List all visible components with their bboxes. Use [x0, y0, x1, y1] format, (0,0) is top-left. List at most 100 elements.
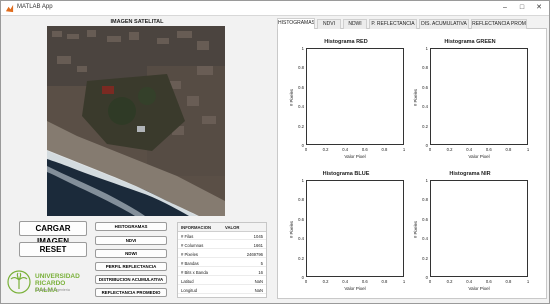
satellite-image — [47, 26, 225, 216]
x-tick-label: 0.4 — [342, 147, 349, 152]
tab-average-reflectance[interactable]: REFLECTANCIA PROM — [471, 19, 527, 29]
histogram-nir-axes — [430, 180, 528, 277]
tab-ndvi[interactable]: NDVI — [317, 19, 341, 29]
x-tick-label: 0.2 — [322, 147, 329, 152]
row-label: Longitud — [181, 288, 198, 293]
ndwi-button[interactable]: NDWI — [95, 249, 167, 258]
histograms-button[interactable]: HISTOGRAMAS — [95, 222, 167, 231]
info-header-value: VALOR — [225, 225, 240, 230]
y-tick-label: 0.2 — [298, 123, 304, 129]
table-row: # Columnas 1661 — [178, 241, 266, 249]
app-window: MATLAB App – □ ✕ IMAGEN SATELITAL CARGAR… — [0, 0, 550, 304]
row-label: # Filas — [181, 234, 194, 239]
table-row: # Filas 1045 — [178, 232, 266, 240]
y-tick-label: 1 — [425, 178, 428, 183]
x-tick-label: 0.8 — [381, 279, 388, 284]
x-tick-label: 0.8 — [381, 147, 388, 152]
y-tick-label: 0.6 — [422, 84, 428, 90]
tab-bar: HISTOGRAMAS NDVI NDWI P. REFLECTANCIA DI… — [277, 18, 547, 29]
title-bar: MATLAB App – □ ✕ — [1, 1, 549, 16]
tab-histogramas[interactable]: HISTOGRAMAS — [277, 18, 315, 29]
row-value: 1661 — [253, 243, 263, 248]
x-tick-label: 0.6 — [485, 279, 492, 284]
histograms-panel: Histograma RED 0 0.2 0.4 0.6 0.8 1 0 0.2 0.4 0.6 0.… — [277, 29, 547, 299]
minimize-icon[interactable]: – — [497, 1, 513, 15]
y-tick-label: 1 — [301, 46, 304, 51]
y-tick-label: 0.6 — [422, 216, 428, 222]
y-tick-label: 0.4 — [298, 236, 304, 242]
histogram-green-title: Histograma GREEN — [444, 39, 496, 45]
reset-button[interactable]: RESET — [19, 242, 87, 257]
table-row: Longitud NaN — [178, 286, 266, 294]
histogram-nir-plot: Histograma NIR 0 0.2 0.4 0.6 0.8 1 0 0.2 0.4 0.6 0.… — [408, 171, 532, 295]
row-value: NaN — [254, 288, 263, 293]
histogram-green-axes — [430, 48, 528, 145]
table-row: # Pixeles 2469796 — [178, 250, 266, 258]
y-tick-label: 0.2 — [422, 255, 428, 261]
x-tick-label: 0.4 — [342, 279, 349, 284]
row-value: 5 — [260, 261, 263, 266]
average-reflectance-button[interactable]: REFLECTANCIA PROMEDIO — [95, 288, 167, 297]
y-tick-label: 1 — [301, 178, 304, 183]
row-label: # Bits x Banda — [181, 270, 209, 275]
histogram-red-axes — [306, 48, 404, 145]
load-image-button[interactable]: CARGAR IMAGEN — [19, 221, 87, 246]
matlab-icon — [5, 4, 14, 13]
row-label: # Bandas — [181, 261, 199, 266]
x-tick-label: 0.6 — [485, 147, 492, 152]
y-tick-label: 0.2 — [298, 255, 304, 261]
x-tick-label: 0 — [304, 147, 308, 152]
row-label: # Columnas — [181, 243, 204, 248]
x-tick-label: 0.2 — [322, 279, 329, 284]
tab-ndwi[interactable]: NDWI — [343, 19, 367, 29]
row-label: Latitud — [181, 279, 194, 284]
x-tick-label: 0 — [304, 279, 308, 284]
palm-emblem-icon — [7, 270, 31, 294]
maximize-icon[interactable]: □ — [514, 1, 530, 15]
y-tick-label: 0.4 — [298, 104, 304, 110]
window-title: MATLAB App — [17, 4, 53, 10]
x-tick-label: 0.2 — [446, 147, 453, 152]
x-tick-label: 0.4 — [466, 279, 473, 284]
histogram-blue-title: Histograma BLUE — [322, 171, 370, 177]
info-table: INFORMACION VALOR # Filas 1045 # Columna… — [177, 222, 267, 298]
y-tick-label: 0.8 — [422, 65, 428, 71]
y-axis-label: # Pixeles — [413, 89, 418, 106]
x-tick-label: 0.2 — [446, 279, 453, 284]
y-axis-label: # Pixeles — [289, 89, 294, 106]
y-tick-label: 1 — [425, 46, 428, 51]
y-tick-label: 0.2 — [422, 123, 428, 129]
tab-cumulative-distribution[interactable]: DIS. ACUMULATIVA — [419, 19, 469, 29]
row-value: 1045 — [253, 234, 263, 239]
y-tick-label: 0.8 — [298, 65, 304, 71]
close-icon[interactable]: ✕ — [531, 1, 547, 15]
image-panel-title: IMAGEN SATELITAL — [110, 19, 164, 25]
x-axis-label: Valor Pixel — [468, 154, 490, 159]
y-axis-label: # Pixeles — [413, 221, 418, 238]
info-table-header: INFORMACION VALOR — [178, 223, 266, 232]
x-tick-label: 0.8 — [505, 147, 512, 152]
histogram-red-plot: Histograma RED 0 0.2 0.4 0.6 0.8 1 0 0.2 0.4 0.6 0.… — [284, 39, 408, 163]
x-tick-label: 0 — [428, 147, 432, 152]
x-axis-label: Valor Pixel — [344, 154, 366, 159]
x-tick-label: 1 — [526, 279, 530, 284]
tab-reflectance-profile[interactable]: P. REFLECTANCIA — [369, 19, 417, 29]
histogram-blue-plot: Histograma BLUE 0 0.2 0.4 0.6 0.8 1 0 0.2 0.4 0.6 0… — [284, 171, 408, 295]
row-value: 16 — [258, 270, 263, 275]
reflectance-profile-button[interactable]: PERFIL REFLECTANCIA — [95, 262, 167, 271]
row-value: NaN — [254, 279, 263, 284]
x-tick-label: 1 — [526, 147, 530, 152]
logo-line-university: UNIVERSIDAD — [35, 273, 80, 280]
histogram-nir-title: Histograma NIR — [449, 171, 491, 177]
histogram-green-plot: Histograma GREEN 0 0.2 0.4 0.6 0.8 1 0 0.2 0.4 0.6… — [408, 39, 532, 163]
histogram-blue-axes — [306, 180, 404, 277]
x-tick-label: 0 — [428, 279, 432, 284]
y-tick-label: 0.8 — [422, 197, 428, 203]
y-tick-label: 0.4 — [422, 104, 428, 110]
cumulative-distribution-button[interactable]: DISTRIBUCION ACUMULATIVA — [95, 275, 167, 284]
y-tick-label: 0.6 — [298, 84, 304, 90]
x-axis-label: Valor Pixel — [468, 286, 490, 291]
info-header-label: INFORMACION — [181, 225, 212, 230]
ndvi-button[interactable]: NDVI — [95, 236, 167, 245]
university-logo: UNIVERSIDAD RICARDO PALMA Facultad de In… — [7, 268, 89, 296]
